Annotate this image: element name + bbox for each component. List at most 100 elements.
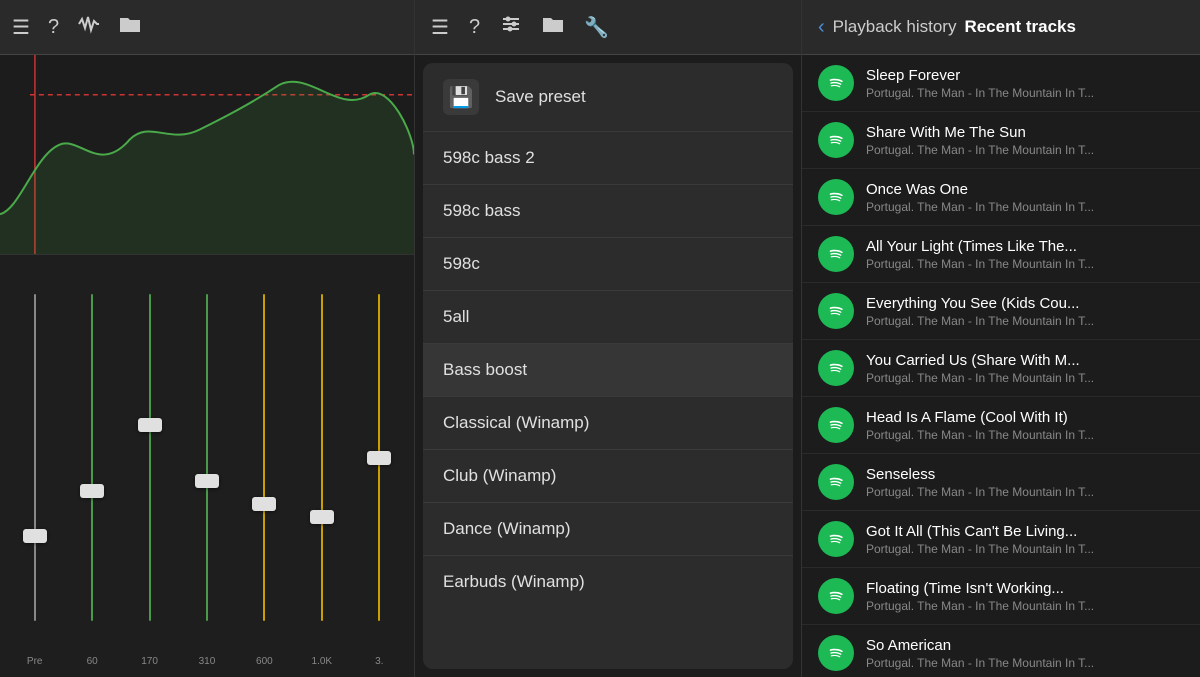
help-icon[interactable]: ? <box>48 16 59 39</box>
label-310: 310 <box>180 656 233 667</box>
spotify-icon <box>818 407 854 443</box>
track-item[interactable]: Everything You See (Kids Cou... Portugal… <box>802 283 1200 340</box>
back-button[interactable]: ‹ <box>818 16 825 39</box>
slider-170hz <box>123 265 176 650</box>
track-info: Head Is A Flame (Cool With It) Portugal.… <box>866 409 1184 442</box>
sliders-icon[interactable] <box>500 15 522 39</box>
track-info: Senseless Portugal. The Man - In The Mou… <box>866 466 1184 499</box>
save-preset-button[interactable]: 💾 Save preset <box>423 63 793 132</box>
spotify-icon <box>818 635 854 671</box>
left-toolbar: ☰ ? <box>0 0 414 55</box>
track-title: Got It All (This Can't Be Living... <box>866 523 1184 540</box>
track-title: Senseless <box>866 466 1184 483</box>
history-panel: ‹ Playback history Recent tracks Sleep F… <box>802 0 1200 677</box>
spotify-icon <box>818 179 854 215</box>
preset-item[interactable]: Club (Winamp) <box>423 450 793 503</box>
track-artist: Portugal. The Man - In The Mountain In T… <box>866 257 1184 271</box>
track-artist: Portugal. The Man - In The Mountain In T… <box>866 143 1184 157</box>
preset-label: Earbuds (Winamp) <box>443 572 585 592</box>
preset-label: Dance (Winamp) <box>443 519 571 539</box>
track-title: Share With Me The Sun <box>866 124 1184 141</box>
middle-toolbar: ☰ ? 🔧 <box>415 0 801 55</box>
label-1k: 1.0K <box>295 656 348 667</box>
wrench-icon[interactable]: 🔧 <box>584 15 609 40</box>
track-artist: Portugal. The Man - In The Mountain In T… <box>866 86 1184 100</box>
track-item[interactable]: Floating (Time Isn't Working... Portugal… <box>802 568 1200 625</box>
track-artist: Portugal. The Man - In The Mountain In T… <box>866 485 1184 499</box>
track-title: Head Is A Flame (Cool With It) <box>866 409 1184 426</box>
slider-labels-row: Pre 60 170 310 600 1.0K 3. <box>0 650 414 667</box>
menu-icon[interactable]: ☰ <box>12 15 30 40</box>
folder-icon-mid[interactable] <box>542 15 564 39</box>
preset-label: 598c <box>443 254 480 274</box>
preset-item[interactable]: 598c <box>423 238 793 291</box>
presets-panel: ☰ ? 🔧 💾 Save preset 598c bass 2 <box>415 0 802 677</box>
preset-bass-boost[interactable]: Bass boost <box>423 344 793 397</box>
help-icon-mid[interactable]: ? <box>469 16 480 39</box>
track-item[interactable]: Got It All (This Can't Be Living... Port… <box>802 511 1200 568</box>
track-artist: Portugal. The Man - In The Mountain In T… <box>866 599 1184 613</box>
track-item[interactable]: Sleep Forever Portugal. The Man - In The… <box>802 55 1200 112</box>
preset-label: 5all <box>443 307 469 327</box>
eq-panel: ☰ ? <box>0 0 415 677</box>
preset-label: 598c bass <box>443 201 521 221</box>
folder-icon[interactable] <box>119 15 141 39</box>
track-item[interactable]: Senseless Portugal. The Man - In The Mou… <box>802 454 1200 511</box>
track-info: You Carried Us (Share With M... Portugal… <box>866 352 1184 385</box>
slider-pre <box>8 265 61 650</box>
label-3k: 3. <box>353 656 406 667</box>
track-title: Floating (Time Isn't Working... <box>866 580 1184 597</box>
track-item[interactable]: Share With Me The Sun Portugal. The Man … <box>802 112 1200 169</box>
spotify-icon <box>818 350 854 386</box>
track-artist: Portugal. The Man - In The Mountain In T… <box>866 371 1184 385</box>
track-info: So American Portugal. The Man - In The M… <box>866 637 1184 670</box>
track-item[interactable]: Once Was One Portugal. The Man - In The … <box>802 169 1200 226</box>
track-title: So American <box>866 637 1184 654</box>
track-title: Everything You See (Kids Cou... <box>866 295 1184 312</box>
label-600: 600 <box>238 656 291 667</box>
slider-310hz <box>180 265 233 650</box>
recent-tracks-label: Recent tracks <box>964 17 1076 37</box>
eq-sliders-area: Pre 60 170 310 600 1.0K 3. <box>0 255 414 677</box>
right-header: ‹ Playback history Recent tracks <box>802 0 1200 55</box>
sliders-container <box>0 265 414 650</box>
track-item[interactable]: So American Portugal. The Man - In The M… <box>802 625 1200 677</box>
track-info: Got It All (This Can't Be Living... Port… <box>866 523 1184 556</box>
preset-item[interactable]: 598c bass <box>423 185 793 238</box>
track-info: Everything You See (Kids Cou... Portugal… <box>866 295 1184 328</box>
save-icon: 💾 <box>443 79 479 115</box>
history-title: Playback history <box>833 17 957 37</box>
track-info: Once Was One Portugal. The Man - In The … <box>866 181 1184 214</box>
preset-item[interactable]: Dance (Winamp) <box>423 503 793 556</box>
label-pre: Pre <box>8 656 61 667</box>
waveform-icon[interactable] <box>77 14 101 40</box>
spotify-icon <box>818 521 854 557</box>
track-artist: Portugal. The Man - In The Mountain In T… <box>866 200 1184 214</box>
preset-label: 598c bass 2 <box>443 148 535 168</box>
track-title: Sleep Forever <box>866 67 1184 84</box>
preset-item[interactable]: 5all <box>423 291 793 344</box>
menu-icon-mid[interactable]: ☰ <box>431 15 449 40</box>
track-title: You Carried Us (Share With M... <box>866 352 1184 369</box>
preset-item[interactable]: 598c bass 2 <box>423 132 793 185</box>
spotify-icon <box>818 236 854 272</box>
track-item[interactable]: All Your Light (Times Like The... Portug… <box>802 226 1200 283</box>
track-info: All Your Light (Times Like The... Portug… <box>866 238 1184 271</box>
track-title: All Your Light (Times Like The... <box>866 238 1184 255</box>
preset-item[interactable]: Earbuds (Winamp) <box>423 556 793 608</box>
slider-1khz <box>295 265 348 650</box>
slider-60hz <box>65 265 118 650</box>
track-artist: Portugal. The Man - In The Mountain In T… <box>866 656 1184 670</box>
eq-graph <box>0 55 414 255</box>
slider-600hz <box>238 265 291 650</box>
tracks-list: Sleep Forever Portugal. The Man - In The… <box>802 55 1200 677</box>
save-preset-label: Save preset <box>495 87 586 107</box>
spotify-icon <box>818 122 854 158</box>
spotify-icon <box>818 578 854 614</box>
track-info: Sleep Forever Portugal. The Man - In The… <box>866 67 1184 100</box>
track-item[interactable]: You Carried Us (Share With M... Portugal… <box>802 340 1200 397</box>
spotify-icon <box>818 464 854 500</box>
preset-item[interactable]: Classical (Winamp) <box>423 397 793 450</box>
track-item[interactable]: Head Is A Flame (Cool With It) Portugal.… <box>802 397 1200 454</box>
track-artist: Portugal. The Man - In The Mountain In T… <box>866 542 1184 556</box>
